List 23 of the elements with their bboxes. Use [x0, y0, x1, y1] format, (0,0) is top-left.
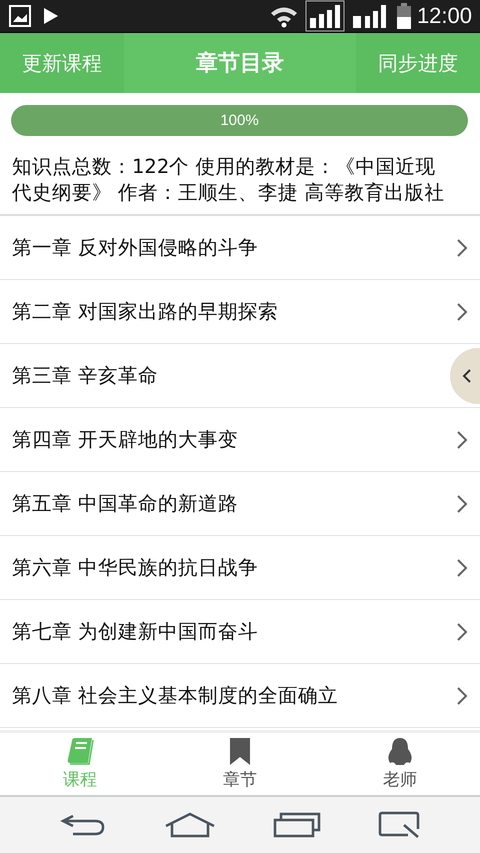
progress-reading: 100%	[219, 111, 260, 131]
page-title: 章节目录	[195, 50, 285, 78]
chapter-item[interactable]: 第二章 对国家出路的早期探索	[12, 298, 278, 325]
menu-icon[interactable]	[378, 811, 422, 839]
chapter-item[interactable]: 第七章 为创建新中国而奋斗	[12, 618, 258, 645]
back-icon[interactable]	[58, 813, 106, 837]
battery-icon	[396, 3, 411, 29]
penguin-icon	[386, 737, 414, 766]
play-icon	[43, 7, 59, 25]
chapter-item[interactable]: 第八章 社会主义基本制度的全面确立	[12, 682, 338, 709]
book-icon	[66, 737, 94, 766]
chapter-item[interactable]: 第三章 辛亥革命	[12, 362, 158, 389]
chapter-item[interactable]: 第一章 反对外国侵略的斗争	[12, 234, 258, 261]
recent-apps-icon[interactable]	[272, 812, 320, 838]
side-drawer-handle[interactable]	[450, 348, 480, 404]
chapter-item[interactable]: 第五章 中国革命的新道路	[12, 490, 238, 517]
signal-icon	[304, 0, 345, 32]
home-icon[interactable]	[164, 812, 216, 838]
clock: 12:00	[416, 3, 472, 29]
image-icon	[9, 5, 31, 27]
chapter-item[interactable]: 第六章 中华民族的抗日战争	[12, 554, 258, 581]
info-text: 知识点总数：122个 使用的教材是：《中国近现代史纲要》 作者：王顺生、李捷 高等教育出版社	[0, 136, 480, 216]
chapter-item[interactable]: 第四章 开天辟地的大事变	[12, 426, 238, 453]
